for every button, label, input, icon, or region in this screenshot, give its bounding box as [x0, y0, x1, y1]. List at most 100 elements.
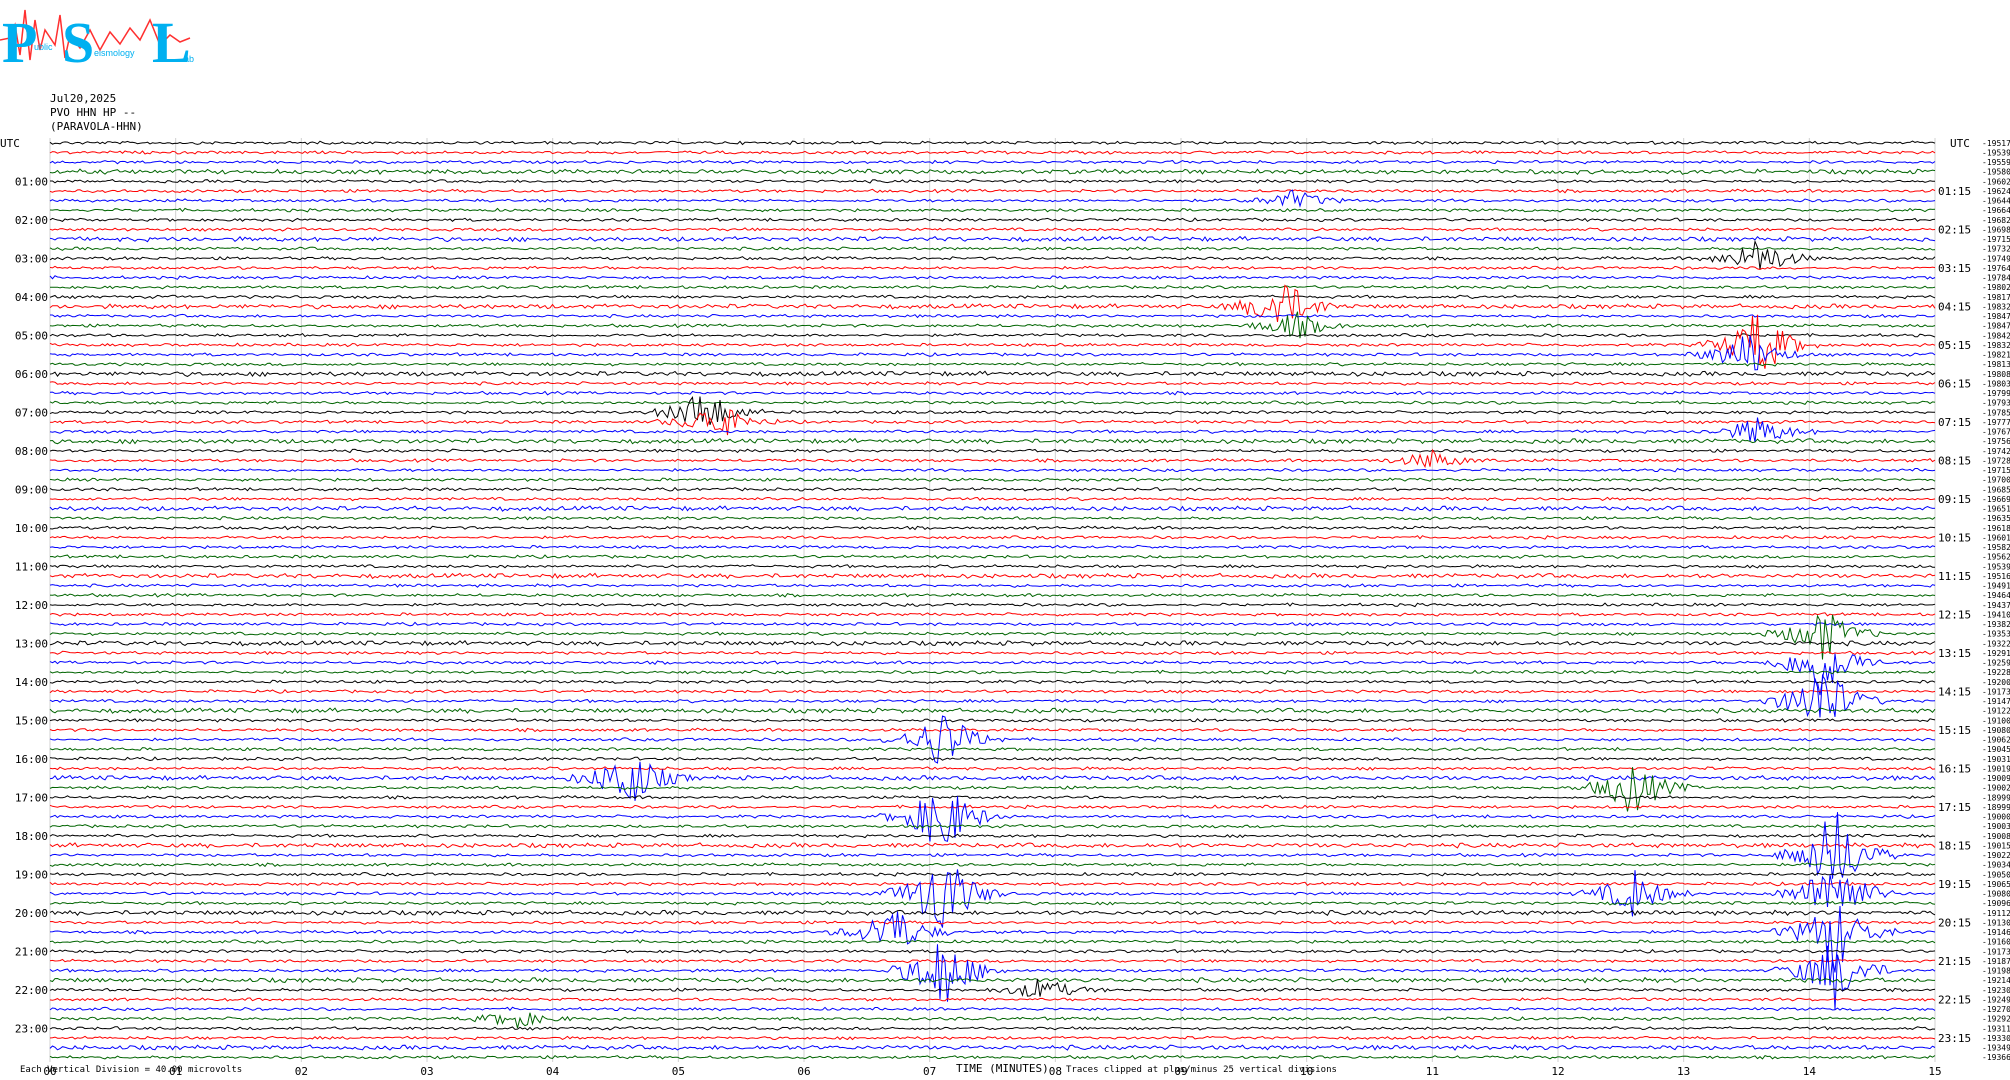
seismic-trace	[49, 976, 1935, 984]
trace-offset-label: -19002	[1982, 784, 2010, 793]
trace-offset-label: -18999	[1982, 793, 2010, 802]
trace-offset-label: -19009	[1982, 774, 2010, 783]
trace-offset-label: -19664	[1982, 206, 2010, 215]
x-tick-label: 06	[797, 1065, 810, 1078]
scale-note: Each Vertical Division = 40.00 microvolt…	[20, 1065, 242, 1075]
seismic-trace	[49, 592, 1936, 598]
x-tick-label: 07	[923, 1065, 936, 1078]
seismic-trace	[49, 332, 1936, 338]
trace-offset-label: -19366	[1982, 1053, 2010, 1062]
right-hour-label: 15:15	[1938, 724, 1971, 737]
seismic-trace	[49, 239, 1936, 270]
trace-offset-label: -19437	[1982, 601, 2010, 610]
trace-offset-label: -19096	[1982, 899, 2010, 908]
seismic-traces	[49, 140, 1936, 1060]
trace-offset-label: -19147	[1982, 697, 2010, 706]
trace-offset-label: -19808	[1982, 370, 2010, 379]
seismic-trace	[49, 563, 1935, 569]
seismic-trace	[49, 189, 1936, 208]
seismic-trace	[49, 920, 1936, 925]
trace-offset-label: -19270	[1982, 1005, 2010, 1014]
trace-offset-label: -19080	[1982, 890, 2010, 899]
trace-offset-label: -19330	[1982, 1034, 2010, 1043]
seismic-trace	[49, 718, 1936, 723]
trace-offset-label: -19160	[1982, 938, 2010, 947]
left-axis-title: UTC	[0, 137, 20, 150]
trace-offset-label: -19728	[1982, 456, 2010, 465]
right-hour-label: 11:15	[1938, 570, 1971, 583]
seismic-trace	[49, 284, 1936, 290]
seismic-trace	[49, 679, 1936, 685]
trace-offset-label: -19682	[1982, 216, 2010, 225]
trace-offset-label: -19292	[1982, 1015, 2010, 1024]
trace-offset-label: -19464	[1982, 591, 2010, 600]
trace-offset-label: -19031	[1982, 755, 2010, 764]
seismic-trace	[49, 1044, 1936, 1051]
left-hour-label: 09:00	[15, 483, 48, 496]
seismic-trace	[49, 862, 1936, 868]
trace-offset-label: -19491	[1982, 582, 2010, 591]
seismic-trace	[49, 390, 1936, 396]
right-hour-label: 02:15	[1938, 223, 1971, 236]
seismic-trace	[49, 265, 1936, 271]
left-hour-label: 10:00	[15, 522, 48, 535]
trace-offset-label: -19382	[1982, 620, 2010, 629]
seismic-trace	[49, 486, 1936, 492]
trace-offset-label: -19799	[1982, 389, 2010, 398]
seismic-trace	[49, 515, 1936, 521]
trace-offset-label: -19847	[1982, 312, 2010, 321]
trace-offset-label: -19050	[1982, 870, 2010, 879]
seismic-trace	[49, 905, 1936, 973]
x-tick-label: 11	[1426, 1065, 1439, 1078]
trace-offset-label: -19003	[1982, 822, 2010, 831]
seismic-trace	[49, 869, 1936, 928]
right-hour-label: 20:15	[1938, 916, 1971, 929]
x-tick-label: 02	[295, 1065, 308, 1078]
x-tick-label: 03	[420, 1065, 433, 1078]
right-hour-label: 22:15	[1938, 993, 1971, 1006]
trace-offset-label: -19847	[1982, 322, 2010, 331]
trace-offset-label: -19635	[1982, 514, 2010, 523]
right-hour-label: 05:15	[1938, 339, 1971, 352]
seismic-trace	[49, 833, 1936, 839]
right-hour-label: 18:15	[1938, 839, 1971, 852]
seismic-trace	[49, 715, 1936, 764]
clip-note: Traces clipped at plus/minus 25 vertical…	[1066, 1065, 1337, 1075]
trace-offset-label: -19517	[1982, 139, 2010, 148]
seismic-trace	[49, 766, 1936, 771]
left-hour-label: 02:00	[15, 214, 48, 227]
trace-offset-label: -19112	[1982, 909, 2010, 918]
trace-offset-label: -19019	[1982, 764, 2010, 773]
seismic-trace	[49, 400, 1936, 406]
trace-offset-label: -19742	[1982, 447, 2010, 456]
seismic-trace	[49, 944, 1936, 1010]
seismic-trace	[49, 909, 1936, 917]
right-hour-label: 23:15	[1938, 1032, 1971, 1045]
trace-offset-label: -19803	[1982, 379, 2010, 388]
left-hour-label: 13:00	[15, 637, 48, 650]
right-hour-label: 13:15	[1938, 647, 1971, 660]
seismic-trace	[49, 554, 1936, 559]
trace-offset-labels: -19517-19539-19559-19580-19602-19624-196…	[1982, 139, 2010, 1062]
right-hour-label: 21:15	[1938, 955, 1971, 968]
seismic-trace	[49, 217, 1936, 223]
left-hour-label: 23:00	[15, 1022, 48, 1035]
trace-offset-label: -19669	[1982, 495, 2010, 504]
left-hour-label: 19:00	[15, 868, 48, 881]
seismic-trace	[49, 767, 1936, 812]
right-hour-label: 14:15	[1938, 685, 1971, 698]
seismic-trace	[49, 978, 1936, 997]
left-hour-label: 12:00	[15, 599, 48, 612]
trace-offset-label: -19715	[1982, 235, 2010, 244]
seismic-trace	[49, 948, 1936, 954]
trace-offset-label: -19311	[1982, 1024, 2010, 1033]
trace-offset-label: -19045	[1982, 745, 2010, 754]
trace-offset-label: -19249	[1982, 995, 2010, 1004]
right-hour-label: 10:15	[1938, 531, 1971, 544]
trace-offset-label: -19602	[1982, 177, 2010, 186]
seismic-trace	[49, 621, 1935, 627]
trace-offset-label: -19539	[1982, 148, 2010, 157]
trace-offset-label: -19582	[1982, 543, 2010, 552]
trace-offset-label: -19291	[1982, 649, 2010, 658]
trace-offset-label: -19732	[1982, 245, 2010, 254]
